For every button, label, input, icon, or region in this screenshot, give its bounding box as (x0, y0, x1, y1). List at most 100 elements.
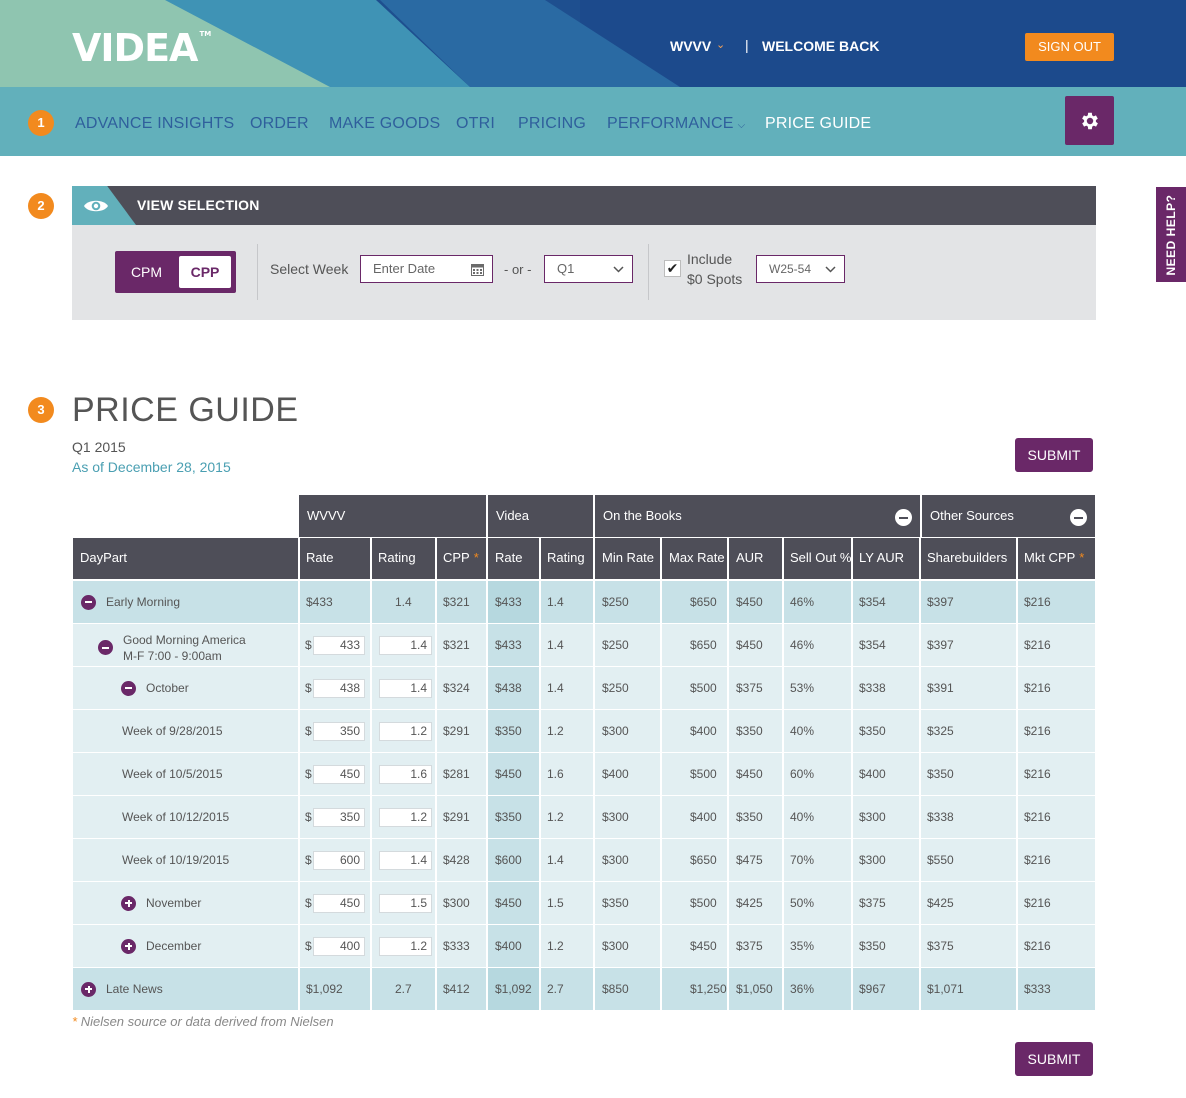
column-divider (782, 796, 784, 838)
nav-pricing[interactable]: PRICING (518, 115, 586, 133)
rate-input[interactable]: 350 (313, 808, 365, 827)
settings-button[interactable] (1065, 96, 1114, 145)
currency-symbol: $ (305, 638, 312, 652)
quarter-select[interactable]: Q1 (544, 255, 633, 283)
sell-cell: 46% (790, 638, 815, 652)
rate-input[interactable]: 433 (313, 636, 365, 655)
daypart-cell: Good Morning America M-F 7:00 - 9:00am (98, 624, 246, 666)
rate-input[interactable]: 450 (313, 765, 365, 784)
collapse-icon[interactable] (121, 680, 136, 696)
column-divider (486, 796, 488, 838)
column-divider (727, 581, 729, 623)
collapse-icon[interactable] (1070, 509, 1087, 526)
step-badge-1: 1 (28, 110, 54, 136)
daypart-label: Week of 10/5/2015 (122, 766, 223, 782)
chevron-down-icon[interactable]: ⌄ (716, 38, 725, 51)
rating-input[interactable]: 1.2 (379, 937, 432, 956)
daypart-cell: Early Morning (81, 581, 180, 623)
column-divider (1016, 882, 1018, 924)
column-divider (539, 796, 541, 838)
rating-input[interactable]: 1.4 (379, 636, 432, 655)
collapse-icon[interactable] (895, 509, 912, 526)
cpm-option[interactable]: CPM (115, 251, 178, 293)
ly-cell: $967 (859, 982, 886, 996)
daypart-label: December (146, 938, 201, 954)
expand-icon[interactable] (81, 981, 96, 997)
date-input[interactable]: Enter Date (360, 255, 493, 283)
sell-cell: 70% (790, 853, 815, 867)
cpp-option[interactable]: CPP (179, 256, 231, 288)
column-divider (727, 710, 729, 752)
column-divider (370, 925, 372, 967)
rate-input[interactable]: 438 (313, 679, 365, 698)
submit-button-top[interactable]: SUBMIT (1015, 438, 1093, 472)
nav-make-goods[interactable]: MAKE GOODS (329, 115, 440, 133)
rate-input[interactable]: 600 (313, 851, 365, 870)
column-divider (919, 796, 921, 838)
column-divider (370, 581, 372, 623)
rating-input[interactable]: 1.4 (379, 679, 432, 698)
max-cell: $450 (690, 939, 717, 953)
aur-cell: $350 (736, 810, 763, 824)
table-row: December $400 1.2 $333 $400 1.2 $300 $450 $375 35… (73, 925, 1095, 967)
currency-symbol: $ (305, 896, 312, 910)
collapse-icon[interactable] (81, 594, 96, 610)
column-header: DayPart (73, 538, 127, 579)
rating-input[interactable]: 1.5 (379, 894, 432, 913)
table-row: Week of 9/28/2015 $350 1.2 $291 $350 1.2 $300 $… (73, 710, 1095, 752)
rating-cell: 1.4 (395, 595, 412, 609)
videa-logo[interactable]: VIDEA TM (72, 26, 211, 70)
need-help-tab[interactable]: NEED HELP? (1156, 187, 1186, 282)
nav-otri[interactable]: OTRI (456, 115, 495, 133)
gear-icon (1081, 112, 1098, 129)
column-divider (486, 624, 488, 666)
column-divider (660, 925, 662, 967)
rate-input[interactable]: 450 (313, 894, 365, 913)
sign-out-button[interactable]: SIGN OUT (1025, 33, 1114, 61)
aur-cell: $350 (736, 724, 763, 738)
column-divider (1016, 538, 1018, 579)
column-divider (435, 581, 437, 623)
rate-input[interactable]: 350 (313, 722, 365, 741)
column-divider (919, 925, 921, 967)
nav-order[interactable]: ORDER (250, 115, 309, 133)
expand-icon[interactable] (121, 938, 136, 954)
daypart-name: Week of 9/28/2015 (122, 724, 223, 738)
column-divider (727, 925, 729, 967)
include-zero-spots-checkbox[interactable]: ✔ (664, 260, 681, 277)
daypart-name: Good Morning America (123, 632, 246, 647)
column-divider (782, 710, 784, 752)
column-divider (435, 796, 437, 838)
column-divider (727, 882, 729, 924)
collapse-icon[interactable] (98, 640, 113, 655)
daypart-name: Week of 10/19/2015 (122, 853, 230, 867)
cpm-cpp-toggle[interactable]: CPM CPP (115, 251, 236, 293)
column-header: AUR (729, 538, 763, 579)
rating-input[interactable]: 1.6 (379, 765, 432, 784)
rate-input[interactable]: 400 (313, 937, 365, 956)
daypart-cell: Week of 10/5/2015 (122, 753, 223, 795)
column-divider (486, 925, 488, 967)
station-selector[interactable]: WVVV (670, 38, 711, 54)
rating-input[interactable]: 1.2 (379, 722, 432, 741)
rating-input[interactable]: 1.2 (379, 808, 432, 827)
demo-select[interactable]: W25-54 (756, 255, 845, 283)
submit-button-bottom[interactable]: SUBMIT (1015, 1042, 1093, 1076)
select-week-label: Select Week (270, 261, 349, 277)
rating-input[interactable]: 1.4 (379, 851, 432, 870)
nielsen-star: * (1079, 550, 1085, 565)
column-header-label: CPP (443, 550, 470, 565)
nav-performance[interactable]: PERFORMANCE ⌵ (607, 115, 745, 133)
column-divider (298, 624, 300, 666)
expand-icon[interactable] (121, 895, 136, 911)
group-header-videa: Videa (488, 495, 593, 537)
min-cell: $250 (602, 595, 629, 609)
column-divider (1016, 753, 1018, 795)
column-divider (435, 753, 437, 795)
include-label: Include (687, 251, 733, 267)
calendar-icon[interactable] (471, 256, 484, 285)
nav-advance-insights[interactable]: ADVANCE INSIGHTS (75, 115, 234, 133)
nav-price-guide[interactable]: PRICE GUIDE (765, 115, 871, 133)
sell-cell: 35% (790, 939, 815, 953)
column-divider (727, 796, 729, 838)
